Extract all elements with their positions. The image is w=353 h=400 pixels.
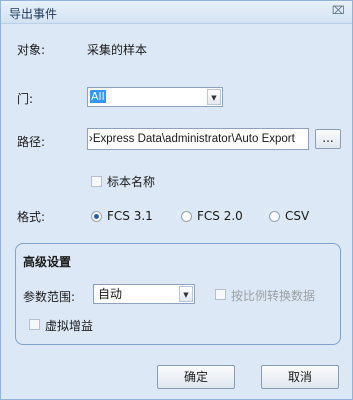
path-label: 路径: — [17, 135, 46, 149]
gate-select[interactable]: All ▼ — [87, 87, 223, 107]
advanced-settings-title: 高级设置 — [23, 255, 72, 269]
chevron-down-icon[interactable]: ▼ — [207, 89, 221, 105]
param-range-label: 参数范围: — [23, 290, 76, 304]
specimen-name-label: 标本名称 — [107, 175, 156, 189]
export-events-dialog: 导出事件 ⌧ 对象: 采集的样本 门: All ▼ 路径: ›Express D… — [0, 0, 353, 400]
gate-selected-value: All — [90, 90, 106, 103]
ok-button[interactable]: 确定 — [157, 365, 235, 389]
format-fcs20-radio[interactable] — [181, 211, 192, 222]
format-csv-radio[interactable] — [269, 211, 280, 222]
gate-label: 门: — [17, 92, 34, 106]
virtual-gain-label: 虚拟增益 — [45, 319, 94, 333]
format-fcs31-label: FCS 3.1 — [107, 209, 153, 223]
browse-button[interactable]: ... — [315, 129, 341, 149]
format-fcs31-radio[interactable] — [91, 211, 102, 222]
format-csv-label: CSV — [285, 209, 310, 223]
window-title: 导出事件 — [9, 7, 58, 21]
close-icon[interactable]: ⌧ — [332, 5, 345, 17]
param-range-select[interactable]: 自动 ▼ — [93, 284, 195, 304]
param-range-selected-value: 自动 — [98, 287, 123, 301]
scale-convert-checkbox[interactable] — [215, 289, 226, 300]
specimen-name-checkbox[interactable] — [91, 176, 102, 187]
title-bar: 导出事件 ⌧ — [1, 1, 352, 24]
object-label: 对象: — [17, 43, 46, 57]
chevron-down-icon[interactable]: ▼ — [179, 286, 193, 302]
scale-convert-label: 按比例转换数据 — [231, 289, 316, 303]
path-input[interactable]: ›Express Data\administrator\Auto Export — [87, 128, 309, 150]
format-label: 格式: — [17, 210, 46, 224]
cancel-button[interactable]: 取消 — [261, 365, 339, 389]
virtual-gain-checkbox[interactable] — [29, 319, 40, 330]
format-fcs20-label: FCS 2.0 — [197, 209, 243, 223]
object-value: 采集的样本 — [87, 43, 148, 57]
